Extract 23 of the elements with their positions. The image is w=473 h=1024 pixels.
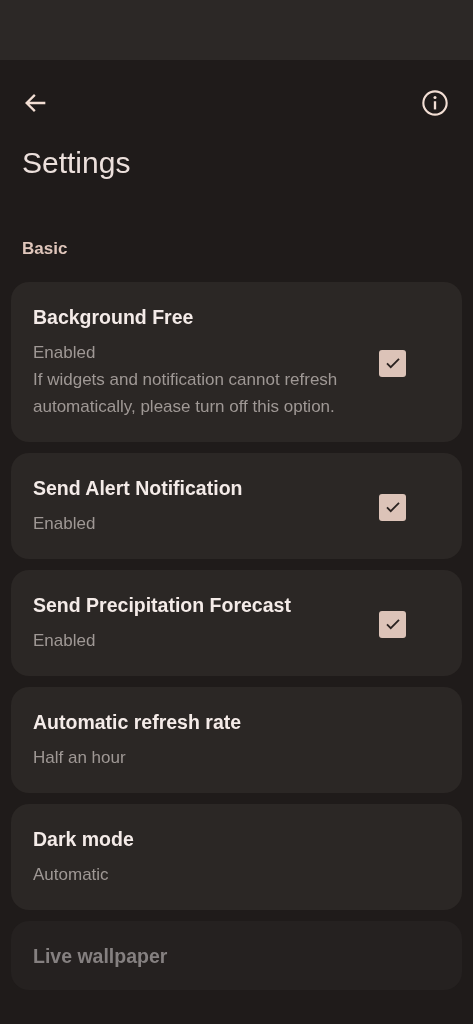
item-summary: Automatic [33,864,110,886]
item-title: Background Free [33,306,195,329]
item-title: Automatic refresh rate [33,711,243,734]
settings-item[interactable]: Dark mode Automatic [11,804,462,910]
section-header: Basic [22,238,69,260]
settings-item[interactable]: Background Free Enabled If widgets and notification cannot refresh automatically, please turn off this option. [11,282,462,442]
item-summary: Enabled [33,630,97,652]
checkbox[interactable] [379,610,406,638]
item-summary: Enabled [33,513,97,535]
item-description: If widgets and notification cannot refresh automatically, please turn off this option. [33,369,339,418]
checkbox[interactable] [379,493,406,521]
checkbox[interactable] [379,349,406,377]
item-title: Send Precipitation Forecast [33,594,292,617]
item-title: Live wallpaper [33,945,169,968]
settings-item[interactable]: Automatic refresh rate Half an hour [11,687,462,793]
info-icon[interactable] [421,89,449,117]
settings-item[interactable]: Send Precipitation Forecast Enabled [11,570,462,676]
item-summary: Half an hour [33,747,127,769]
page-title: Settings [22,146,132,181]
item-summary: Enabled [33,342,97,364]
item-title: Send Alert Notification [33,477,244,500]
item-title: Dark mode [33,828,135,851]
settings-item[interactable]: Send Alert Notification Enabled [11,453,462,559]
